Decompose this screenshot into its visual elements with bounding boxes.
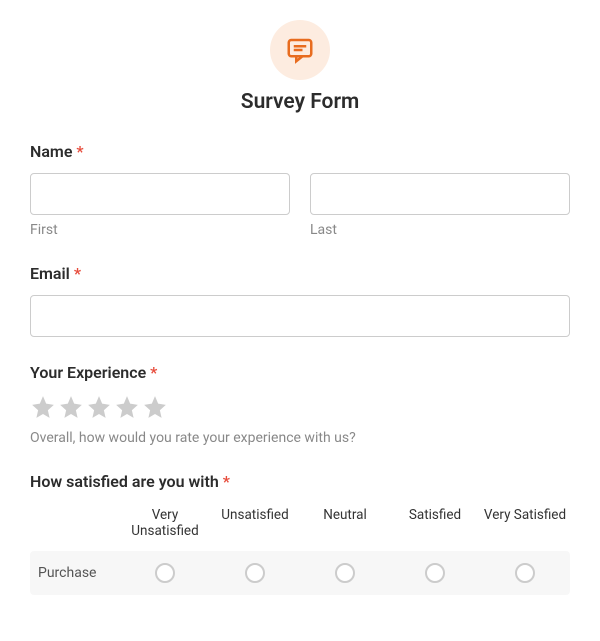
radio-neutral[interactable]	[335, 563, 355, 583]
first-name-input[interactable]	[30, 173, 290, 215]
experience-field: Your Experience * Overall, how would you…	[30, 363, 570, 446]
star-icon[interactable]	[114, 394, 140, 420]
required-marker: *	[74, 264, 81, 283]
radio-satisfied[interactable]	[425, 563, 445, 583]
required-marker: *	[76, 142, 83, 161]
radio-very-unsatisfied[interactable]	[155, 563, 175, 583]
star-icon[interactable]	[86, 394, 112, 420]
experience-label-text: Your Experience	[30, 363, 146, 382]
matrix-row: Purchase	[30, 551, 570, 595]
satisfaction-label: How satisfied are you with *	[30, 472, 570, 491]
matrix-row-label: Purchase	[30, 565, 120, 581]
radio-very-satisfied[interactable]	[515, 563, 535, 583]
satisfaction-matrix: Very Unsatisfied Unsatisfied Neutral Sat…	[30, 507, 570, 595]
email-label: Email *	[30, 264, 570, 283]
form-header: Survey Form	[30, 20, 570, 114]
email-field: Email *	[30, 264, 570, 337]
satisfaction-field: How satisfied are you with * Very Unsati…	[30, 472, 570, 595]
star-rating	[30, 394, 570, 420]
name-field: Name * First Last	[30, 142, 570, 238]
experience-label: Your Experience *	[30, 363, 570, 382]
star-icon[interactable]	[142, 394, 168, 420]
star-icon[interactable]	[30, 394, 56, 420]
matrix-col-header: Neutral	[300, 507, 390, 539]
email-label-text: Email	[30, 264, 70, 283]
chat-icon	[285, 35, 315, 65]
matrix-header: Very Unsatisfied Unsatisfied Neutral Sat…	[30, 507, 570, 539]
star-icon[interactable]	[58, 394, 84, 420]
experience-hint: Overall, how would you rate your experie…	[30, 430, 570, 446]
matrix-col-header: Unsatisfied	[210, 507, 300, 539]
name-label: Name *	[30, 142, 570, 161]
required-marker: *	[223, 472, 230, 491]
last-sublabel: Last	[310, 222, 570, 238]
matrix-col-header: Very Unsatisfied	[120, 507, 210, 539]
chat-icon-circle	[270, 20, 330, 80]
name-label-text: Name	[30, 142, 72, 161]
matrix-col-header: Very Satisfied	[480, 507, 570, 539]
satisfaction-label-text: How satisfied are you with	[30, 472, 219, 491]
last-name-input[interactable]	[310, 173, 570, 215]
form-title: Survey Form	[30, 90, 570, 114]
matrix-col-header: Satisfied	[390, 507, 480, 539]
email-input[interactable]	[30, 295, 570, 337]
first-sublabel: First	[30, 222, 290, 238]
radio-unsatisfied[interactable]	[245, 563, 265, 583]
required-marker: *	[150, 363, 157, 382]
